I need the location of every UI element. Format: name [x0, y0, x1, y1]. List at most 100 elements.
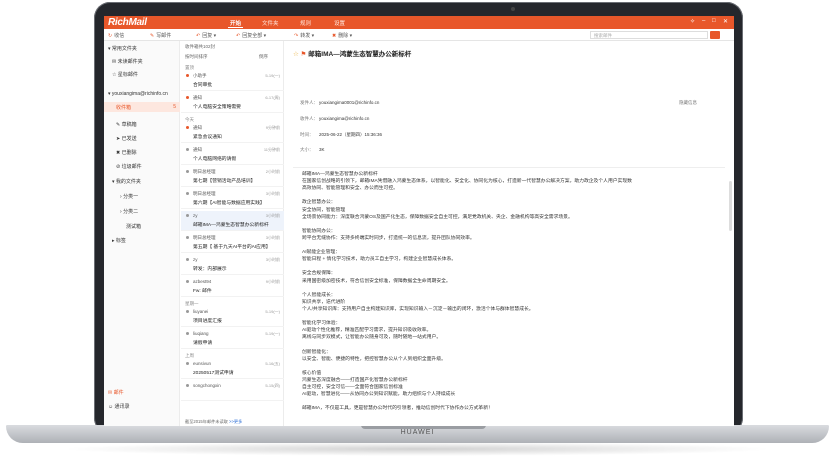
toolbar: ↻ 收信 ✎ 写邮件 ↶ 回复 ▾ ↶ 回复全部 ▾ ↷ 转发 ▾ ✖ 删除 ▾ 搜索邮件 [104, 29, 734, 41]
sidebar-item-starred[interactable]: ☆ 星标邮件 [112, 71, 138, 78]
read-dot [186, 310, 189, 313]
header-divider [293, 167, 725, 168]
sidebar-item-unread[interactable]: ✉ 未读邮件夹 [112, 58, 143, 65]
list-item[interactable]: 明日总经理 3小时前 第五期【 基于九天AI平台的AI应用】 [181, 233, 284, 253]
body-line: AI驱动，智慧进化——从协同办公到知识赋能，助力组织与个人持续成长 [302, 392, 456, 398]
tags-label: 标签 [115, 238, 126, 244]
sidebar-item-cat2[interactable]: › 分类二 [120, 208, 138, 215]
tab-rules[interactable]: 规则 [298, 19, 313, 27]
list-item[interactable]: 通知 6-17(周) 个人电脑安全策略需要 [181, 93, 284, 113]
sidebar-item-spam[interactable]: ⊘ 垃圾邮件 [116, 163, 142, 170]
account-header[interactable]: ▾ youxiangima@richinfo.cn [108, 91, 168, 97]
sidebar-item-deleted[interactable]: ✖ 已删除 [116, 149, 137, 156]
list-item[interactable]: songchongxin 5-15(四) [181, 381, 284, 401]
reading-pane: ☆ ⚑ 邮箱IMA—鸿蒙生态智慧办公新标杆 隐藏信息 发件人： youxiang… [285, 41, 734, 426]
sent-label: 已发送 [121, 136, 137, 142]
common-folders-header[interactable]: ▾ 常用文件夹 [108, 45, 137, 52]
item-subject: Fw: 邮件 [193, 289, 212, 294]
item-sender: 明日总经理 [193, 191, 216, 196]
list-item[interactable]: zy 3小时前 转发：内部展示 [181, 255, 284, 275]
sort-dropdown[interactable]: 按时间排序 [185, 54, 208, 60]
body-line: 个人/共享知识库：支持用户自主构建知识库，实现知识输入－沉淀－输出的闭环，激活个… [302, 306, 534, 312]
app-topbar: RichMail 开始 文件夹 规则 设置 ✧ – □ ✕ [104, 16, 734, 29]
item-sender: liuyanei [193, 309, 209, 314]
sidebar-item-drafts[interactable]: ✎ 草稿箱 [116, 121, 137, 128]
body-line: AI赋能企业管理： [302, 250, 341, 256]
skin-icon[interactable]: ✧ [690, 18, 695, 25]
recipient-address[interactable]: youxiangima@richinfo.cn [319, 116, 369, 121]
tags-header[interactable]: ▸ 标签 [112, 237, 126, 244]
reply-button[interactable]: ↶ 回复 ▾ [196, 32, 216, 39]
maximize-icon[interactable]: □ [712, 18, 716, 24]
laptop-frame: HUAWEI RichMail 开始 文件夹 规则 设置 ✧ – □ ✕ ↻ 收信… [0, 0, 835, 468]
close-icon[interactable]: ✕ [723, 18, 728, 25]
list-item[interactable]: 明日总经理 3小时前 第六期【AI智能与数据应用实践】 [181, 189, 284, 209]
drafts-label: 草稿箱 [121, 122, 137, 128]
body-line: 安全协同，智能管理 [302, 207, 346, 213]
read-dot [186, 362, 189, 365]
body-line: 自主可控，安全可信——全面符合国家信创标准 [302, 385, 403, 390]
list-item[interactable]: liuyanei 5-19(一) 项目进度汇报 [181, 307, 284, 327]
reply-label: 回复 [202, 33, 213, 39]
tab-settings[interactable]: 设置 [332, 19, 347, 27]
item-sender: liuqiang [193, 331, 209, 336]
item-sender: 通知 [193, 95, 202, 100]
tab-folders[interactable]: 文件夹 [260, 19, 281, 27]
receive-label: 收信 [114, 33, 125, 39]
compose-icon: ✎ [150, 33, 155, 39]
message-list: 收件箱共102封 按时间排序 倒序 置顶 小助手 5-19(一) 合同审批 通知 6-… [181, 41, 284, 426]
delete-label: 删除 [338, 33, 349, 39]
sidebar-item-sent[interactable]: ➤ 已发送 [116, 135, 137, 142]
list-item[interactable]: 小助手 5-19(一) 合同审批 [181, 71, 284, 91]
star-icon[interactable]: ☆ [293, 51, 299, 58]
list-item-selected[interactable]: zy 3小时前 邮箱IMA—鸿蒙生态智慧办公新标杆 [181, 211, 284, 231]
laptop-shadow [60, 442, 775, 456]
mail-nav-label: 邮件 [113, 390, 124, 396]
tab-start[interactable]: 开始 [228, 19, 244, 28]
body-line: 离线与同步双模式，让智能办公随身可及，随时随地一站式用户。 [302, 335, 442, 341]
list-item[interactable]: azbest94 9小时前 Fw: 邮件 [181, 277, 284, 297]
scrollbar[interactable] [729, 181, 732, 231]
flag-icon[interactable]: ⚑ [301, 51, 307, 58]
list-item[interactable]: liuqiang 5-19(一) 请假申请 [181, 329, 284, 349]
delete-button[interactable]: ✖ 删除 ▾ [332, 32, 352, 39]
order-dropdown[interactable]: 倒序 [259, 54, 268, 60]
hide-details-link[interactable]: 隐藏信息 [679, 100, 697, 106]
message-subject-row: ☆ ⚑ 邮箱IMA—鸿蒙生态智慧办公新标杆 [293, 48, 411, 58]
list-item[interactable]: 通知 11分钟前 个人电脑网络的请假 [181, 145, 284, 165]
body-line: 全场景协同能力：深度联合鸿蒙OS及国产化生态，保障数据安全自主可控，满足党政机关… [302, 214, 573, 220]
item-time: 5-16(五) [265, 361, 280, 366]
list-item[interactable]: 明日总经理 2小时前 第七期【营销活动产品培训】 [181, 167, 284, 187]
forward-button[interactable]: ↷ 转发 ▾ [294, 32, 314, 39]
item-subject: 紧急会议通知 [193, 135, 222, 140]
sidebar-item-cat1[interactable]: › 分类一 [120, 193, 138, 200]
read-dot [186, 148, 189, 151]
sender-address[interactable]: youxiangima0001@richinfo.cn [319, 100, 379, 105]
list-item[interactable]: eunsivun 5-16(五) 20250517测试申请 [181, 359, 284, 379]
sidebar-item-test[interactable]: 测试箱 [126, 223, 141, 230]
item-subject: 合同审批 [193, 83, 213, 88]
list-more-link[interactable]: >>更多 [229, 419, 242, 424]
minimize-icon[interactable]: – [702, 18, 705, 24]
size-label: 大小： [300, 147, 314, 152]
nav-contacts[interactable]: ☺ 通讯录 [108, 403, 130, 410]
my-folders-header[interactable]: ▾ 我的文件夹 [112, 178, 141, 185]
search-icon[interactable] [710, 31, 720, 39]
sidebar-item-inbox[interactable]: 收件箱 5 [104, 102, 180, 112]
compose-button[interactable]: ✎ 写邮件 [150, 32, 171, 39]
item-subject: 第七期【营销活动产品培训】 [193, 179, 256, 184]
cat1-label: 分类一 [123, 194, 139, 200]
trash-icon: ✖ [332, 33, 337, 39]
receive-button[interactable]: ↻ 收信 [108, 32, 124, 39]
common-folders-label: 常用文件夹 [111, 46, 137, 52]
body-line: 个人智能成长： [302, 292, 336, 298]
read-dot [186, 258, 189, 261]
app-logo: RichMail [108, 17, 147, 28]
body-line: 高效协同、智能管理和安全、办公而生可控。 [302, 186, 398, 192]
nav-mail[interactable]: ✉ 邮件 [108, 389, 124, 396]
item-sender: 通知 [193, 147, 202, 152]
reply-all-label: 回复全部 [242, 33, 263, 39]
list-item[interactable]: 通知 9分钟前 紧急会议通知 [181, 123, 284, 143]
reply-all-button[interactable]: ↶ 回复全部 ▾ [236, 32, 266, 39]
search-input[interactable]: 搜索邮件 [590, 31, 708, 39]
